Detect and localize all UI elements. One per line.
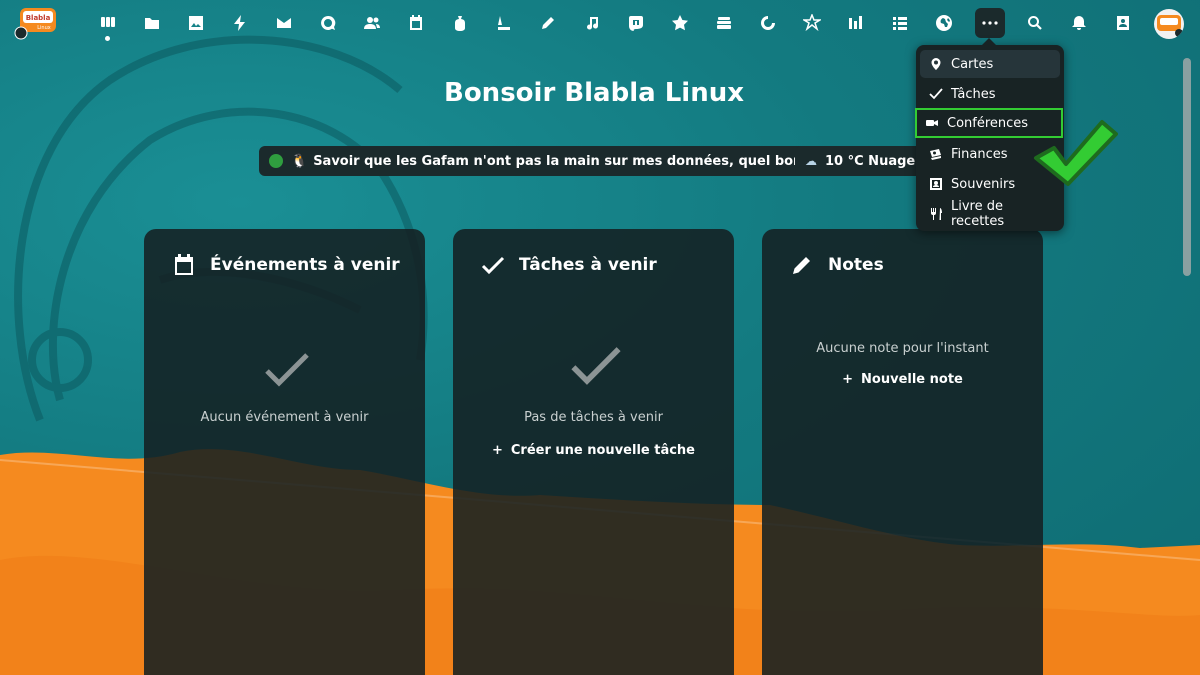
- analytics-icon[interactable]: [842, 9, 870, 37]
- dashboard-icon[interactable]: [94, 9, 122, 41]
- notes-header: Notes: [790, 253, 884, 277]
- tasks-title: Tâches à venir: [519, 255, 657, 275]
- contacts-menu-icon[interactable]: [1109, 9, 1137, 37]
- events-empty-text: Aucun événement à venir: [200, 410, 369, 425]
- timer-icon[interactable]: [754, 9, 782, 37]
- photo-frame-icon: [930, 178, 942, 190]
- check-icon: [929, 88, 943, 100]
- checkmark-icon: [265, 353, 309, 387]
- notes-icon[interactable]: [534, 9, 562, 37]
- menu-label-taches: Tâches: [951, 86, 996, 102]
- pencil-icon: [793, 257, 810, 274]
- notes-empty-text: Aucune note pour l'instant: [816, 341, 989, 356]
- create-task-label: Créer une nouvelle tâche: [510, 443, 696, 458]
- cutlery-icon: [931, 208, 942, 220]
- green-checkmark-annotation: [1034, 120, 1118, 186]
- notes-title: Notes: [828, 255, 884, 275]
- check-icon: [481, 256, 505, 275]
- contacts-icon[interactable]: [358, 9, 386, 37]
- menu-item-cartes[interactable]: Cartes: [920, 50, 1060, 78]
- tasks-empty-text: Pas de tâches à venir: [524, 410, 663, 425]
- tasks-widget: Tâches à venir Pas de tâches à venir + Cr…: [453, 229, 734, 675]
- menu-label-souvenirs: Souvenirs: [951, 176, 1016, 192]
- talk-icon[interactable]: [314, 9, 342, 37]
- map-pin-icon: [931, 58, 941, 70]
- files-icon[interactable]: [138, 9, 166, 37]
- menu-item-livre-de-recettes[interactable]: Livre de recettes: [920, 199, 1060, 229]
- events-header: Événements à venir: [172, 253, 400, 277]
- svg-text:Linux: Linux: [37, 25, 51, 31]
- list-icon[interactable]: [886, 9, 914, 37]
- menu-label-livre-de-recettes: Livre de recettes: [951, 199, 1005, 229]
- top-navigation-bar: Blabla Linux: [0, 0, 1200, 46]
- create-task-button[interactable]: + Créer une nouvelle tâche: [453, 443, 734, 458]
- notifications-bell-icon[interactable]: [1065, 9, 1093, 37]
- notes-widget: Notes Aucune note pour l'instant + Nouvel…: [762, 229, 1043, 675]
- tasks-header: Tâches à venir: [481, 253, 657, 277]
- svg-text:Blabla: Blabla: [26, 14, 51, 22]
- more-apps-button[interactable]: [975, 8, 1005, 38]
- events-widget: Événements à venir Aucun événement à ven…: [144, 229, 425, 675]
- activity-icon[interactable]: [226, 9, 254, 37]
- calendar-icon[interactable]: [402, 9, 430, 37]
- deck-icon[interactable]: [490, 9, 518, 37]
- events-title: Événements à venir: [210, 255, 400, 275]
- calendar-icon: [175, 254, 193, 275]
- favorites-icon[interactable]: [666, 9, 694, 37]
- new-note-button[interactable]: + Nouvelle note: [762, 372, 1043, 387]
- user-status-button[interactable]: 🐧 Savoir que les Gafam n'ont pas la main…: [259, 146, 867, 176]
- music-icon[interactable]: [578, 9, 606, 37]
- checkmark-icon: [571, 347, 621, 385]
- photos-icon[interactable]: [182, 9, 210, 37]
- new-note-label: Nouvelle note: [861, 372, 963, 387]
- blabla-linux-logo[interactable]: Blabla Linux: [14, 6, 62, 40]
- status-text: Savoir que les Gafam n'ont pas la main s…: [313, 153, 857, 169]
- user-avatar[interactable]: [1154, 9, 1184, 39]
- plus-icon: +: [842, 372, 854, 387]
- menu-item-taches[interactable]: Tâches: [920, 80, 1060, 108]
- menu-label-cartes: Cartes: [951, 56, 994, 72]
- menu-label-conferences: Conférences: [947, 115, 1029, 131]
- search-icon[interactable]: [1021, 9, 1049, 37]
- mastodon-icon[interactable]: [622, 9, 650, 37]
- forms-icon[interactable]: [798, 9, 826, 37]
- cloud-icon: ☁: [805, 154, 817, 168]
- plus-icon: +: [491, 443, 503, 458]
- money-icon[interactable]: [446, 9, 474, 37]
- stack-icon[interactable]: [710, 9, 738, 37]
- globe-icon[interactable]: [930, 9, 958, 37]
- cash-icon: [930, 149, 941, 160]
- menu-label-finances: Finances: [951, 146, 1008, 162]
- video-icon: [926, 120, 938, 126]
- mail-icon[interactable]: [270, 9, 298, 37]
- online-status-dot: [269, 154, 283, 168]
- status-emoji: 🐧: [291, 153, 308, 169]
